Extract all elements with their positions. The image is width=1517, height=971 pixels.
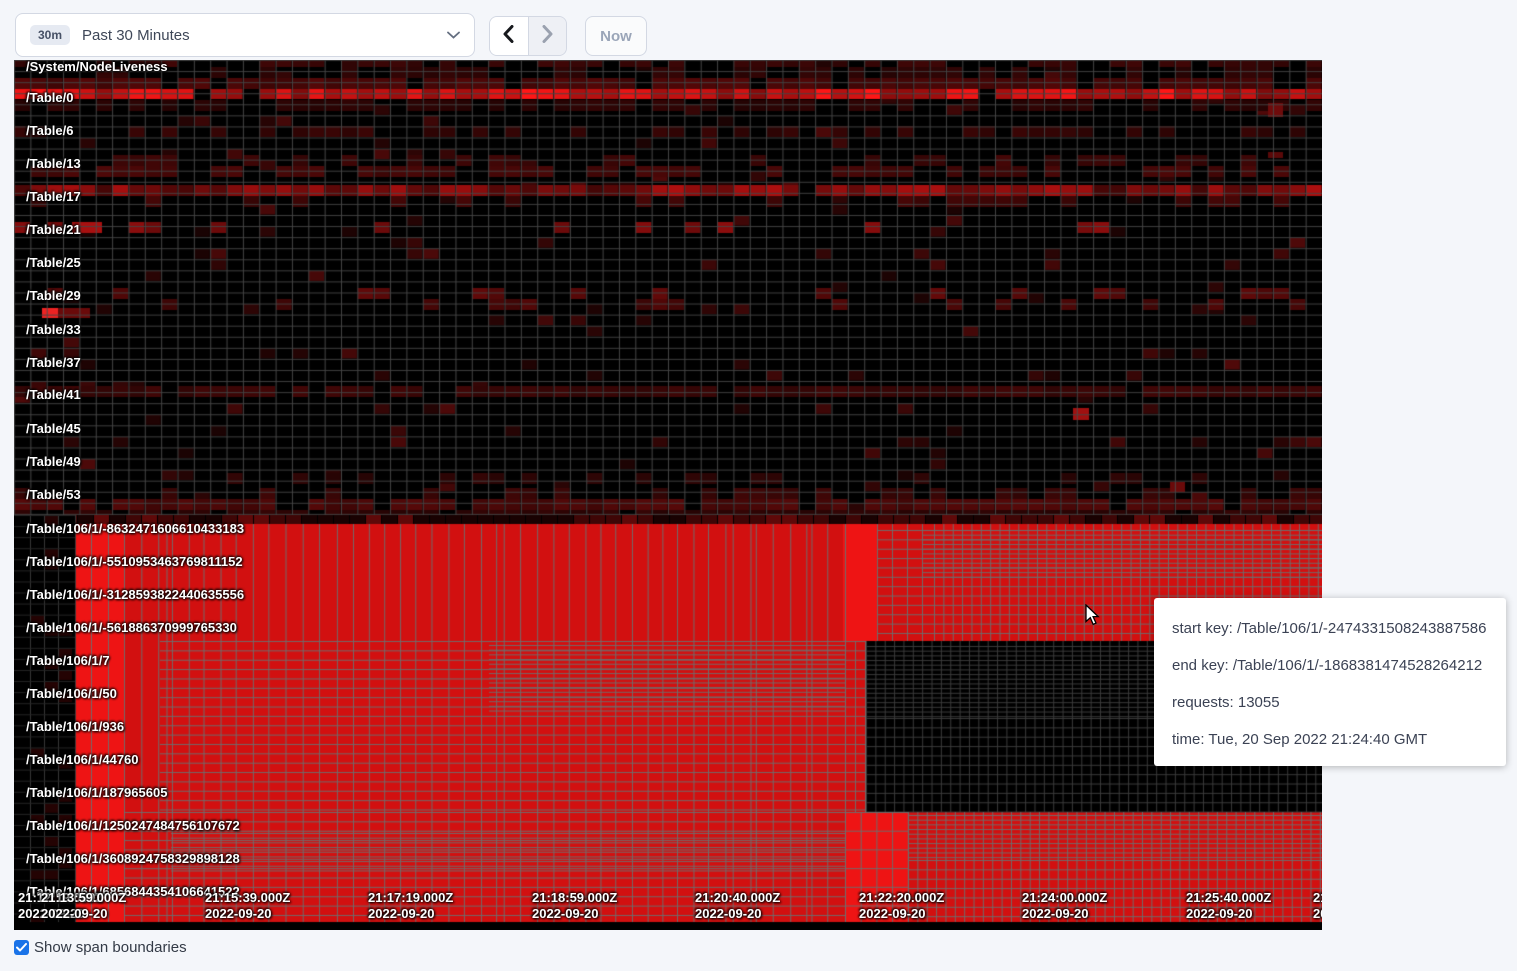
x-axis-tick-time: 21:15:39.000Z (205, 891, 290, 905)
check-icon (16, 943, 27, 952)
tooltip-time: time: Tue, 20 Sep 2022 21:24:40 GMT (1172, 721, 1488, 758)
row-label: /Table/29 (26, 289, 81, 303)
x-axis-tick-date: 2022-09-20 (1313, 907, 1322, 921)
next-interval-button[interactable] (529, 17, 567, 55)
row-label: /Table/106/1/1250247484756107672 (26, 819, 240, 833)
x-axis-tick-time: 21:27:20.000Z (1313, 891, 1322, 905)
row-label: /Table/106/1/936 (26, 720, 124, 734)
tooltip-start-key: start key: /Table/106/1/-247433150824388… (1172, 610, 1488, 647)
x-axis-tick-date: 2022-09-20 (532, 907, 599, 921)
time-nav-button-group (489, 16, 567, 56)
x-axis-tick-date: 2022-09-20 (695, 907, 762, 921)
row-label: /Table/106/1/-561886370999765330 (26, 621, 237, 635)
row-label: /Table/21 (26, 223, 81, 237)
chevron-down-icon (447, 31, 460, 39)
x-axis-tick-date: 2022-09-20 (368, 907, 435, 921)
row-label: /Table/106/1/-3128593822440635556 (26, 588, 244, 602)
show-span-boundaries-label: Show span boundaries (34, 939, 187, 956)
row-label: /Table/45 (26, 422, 81, 436)
row-label: /System/NodeLiveness (26, 60, 168, 74)
row-label: /Table/6 (26, 124, 73, 138)
time-range-badge: 30m (30, 25, 70, 45)
row-label: /Table/25 (26, 256, 81, 270)
row-label: /Table/106/1/3608924758329898128 (26, 852, 240, 866)
time-range-label: Past 30 Minutes (82, 27, 190, 44)
x-axis-tick-date: 2022-09-20 (1186, 907, 1253, 921)
row-label: /Table/106/1/-5510953463769811152 (26, 555, 243, 569)
x-axis-tick-time: 21:24:00.000Z (1022, 891, 1107, 905)
tooltip: start key: /Table/106/1/-247433150824388… (1154, 598, 1506, 766)
mouse-cursor-icon (1083, 604, 1103, 626)
x-axis-tick-date: 2022-09-20 (1022, 907, 1089, 921)
chevron-left-icon (503, 25, 514, 48)
row-label: /Table/0 (26, 91, 73, 105)
footer: Show span boundaries (14, 939, 187, 956)
previous-interval-button[interactable] (490, 17, 529, 55)
x-axis-tick-time: 21:22:20.000Z (859, 891, 944, 905)
keyvis-heatmap[interactable] (14, 60, 1322, 930)
tooltip-end-key: end key: /Table/106/1/-18683814745282642… (1172, 647, 1488, 684)
row-label: /Table/49 (26, 455, 81, 469)
now-button[interactable]: Now (585, 16, 647, 56)
row-label: /Table/41 (26, 388, 81, 402)
x-axis-tick-date: 2022-09-20 (205, 907, 272, 921)
x-axis-tick-date: 2022-09-20 (41, 907, 108, 921)
time-range-select[interactable]: 30m Past 30 Minutes (15, 13, 475, 57)
chevron-right-icon (542, 25, 553, 48)
row-label: /Table/37 (26, 356, 81, 370)
row-label: /Table/53 (26, 488, 81, 502)
row-label: /Table/17 (26, 190, 81, 204)
x-axis-tick-date: 2022-09-20 (859, 907, 926, 921)
x-axis-tick-time: 21:18:59.000Z (532, 891, 617, 905)
row-label: /Table/106/1/7 (26, 654, 110, 668)
key-visualizer-panel: /System/NodeLiveness/Table/0/Table/6/Tab… (14, 60, 1322, 930)
x-axis-tick-time: 21:17:19.000Z (368, 891, 453, 905)
tooltip-requests: requests: 13055 (1172, 684, 1488, 721)
x-axis-tick-time: 21:13:59.000Z (41, 891, 126, 905)
row-label: /Table/106/1/44760 (26, 753, 139, 767)
row-label: /Table/106/1/50 (26, 687, 117, 701)
row-label: /Table/33 (26, 323, 81, 337)
row-label: /Table/13 (26, 157, 81, 171)
show-span-boundaries-checkbox[interactable] (14, 940, 29, 955)
row-label: /Table/106/1/187965605 (26, 786, 167, 800)
x-axis-tick-time: 21:20:40.000Z (695, 891, 780, 905)
row-label: /Table/106/1/-8632471606610433183 (26, 522, 244, 536)
x-axis-tick-time: 21:25:40.000Z (1186, 891, 1271, 905)
